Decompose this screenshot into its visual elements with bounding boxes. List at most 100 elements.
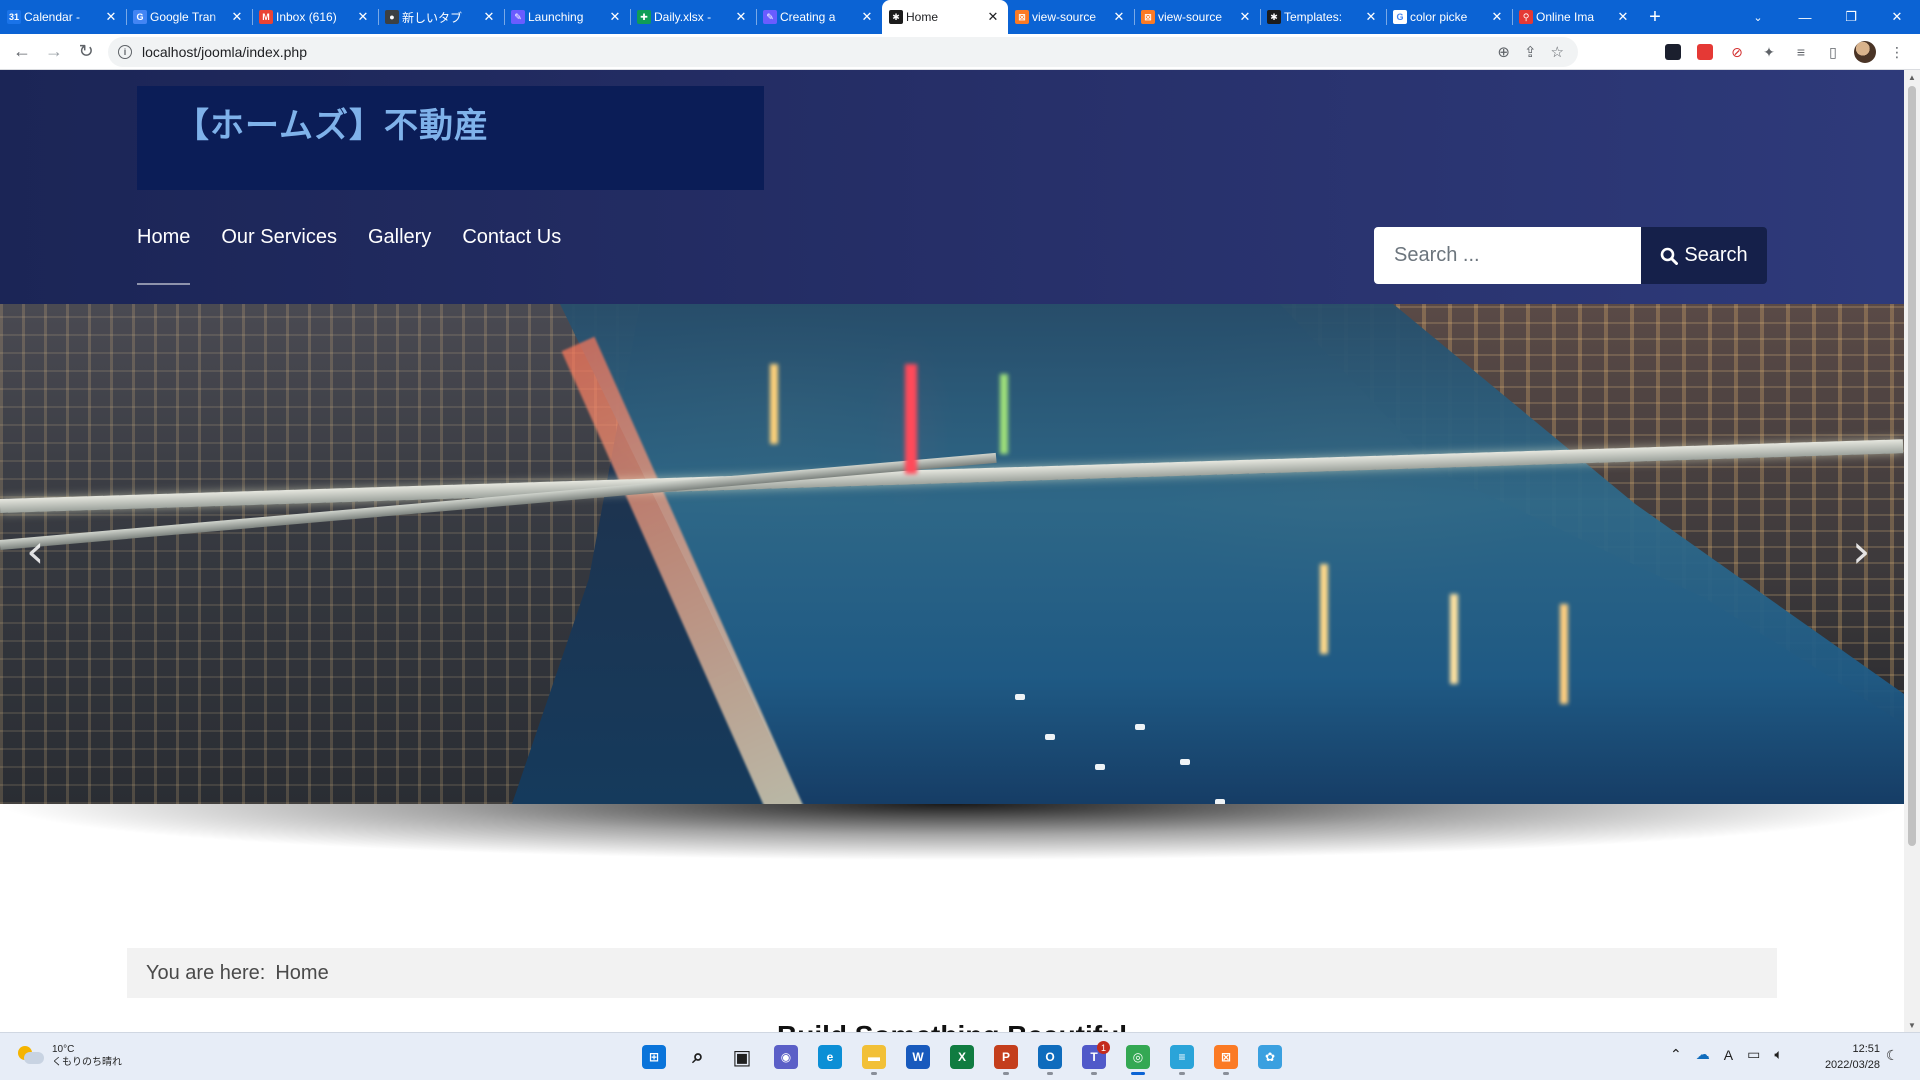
minimize-icon[interactable]: — [1782, 0, 1828, 34]
taskbar-app[interactable]: T1 [1076, 1039, 1112, 1075]
onedrive-icon[interactable]: ☁ [1696, 1046, 1710, 1063]
tab-title: Daily.xlsx - [654, 10, 712, 24]
volume-icon[interactable]: 🔈︎ [1774, 1046, 1782, 1063]
taskbar-app[interactable]: P [988, 1039, 1024, 1075]
search-button[interactable]: Search [1641, 227, 1767, 284]
taskbar-app[interactable]: ✿ [1252, 1039, 1288, 1075]
network-icon[interactable]: ▭ [1747, 1046, 1760, 1063]
tab-search-icon[interactable]: ⌄ [1740, 0, 1776, 34]
taskbar-app[interactable]: ▣ [724, 1039, 760, 1075]
taskbar-app[interactable]: ▬ [856, 1039, 892, 1075]
brand-logo-area[interactable]: 【ホームズ】不動産 [137, 86, 764, 190]
taskbar-app[interactable]: ◉ [768, 1039, 804, 1075]
browser-tab[interactable]: M Inbox (616) ✕ [252, 0, 378, 34]
back-icon[interactable]: ← [6, 36, 38, 68]
nav-item-contact-us[interactable]: Contact Us [462, 226, 561, 265]
nav-item-our-services[interactable]: Our Services [221, 226, 337, 265]
tab-close-icon[interactable]: ✕ [734, 9, 748, 25]
extension-shield-icon[interactable] [1692, 39, 1718, 65]
tab-close-icon[interactable]: ✕ [986, 9, 1000, 25]
profile-avatar[interactable] [1852, 39, 1878, 65]
xampp-icon: ⊠ [1141, 10, 1155, 24]
tab-close-icon[interactable]: ✕ [104, 9, 118, 25]
taskbar-app[interactable]: ⊠ [1208, 1039, 1244, 1075]
browser-tab[interactable]: ✱ Templates: ✕ [1260, 0, 1386, 34]
taskbar-apps: ⊞ ⌕ ▣ ◉ e ▬ W X P O T 1 ◎ ≡ ⊠ ✿ [636, 1039, 1288, 1075]
browser-tab[interactable]: ⚲ Online Ima ✕ [1512, 0, 1638, 34]
carousel-next-button[interactable]: › [1852, 524, 1870, 578]
browser-tab[interactable]: Gcolor picke ✕ [1386, 0, 1512, 34]
breadcrumb-prefix: You are here: [146, 961, 266, 984]
tab-close-icon[interactable]: ✕ [1616, 9, 1630, 25]
site-title[interactable]: 【ホームズ】不動産 [175, 98, 489, 147]
tab-close-icon[interactable]: ✕ [356, 9, 370, 25]
boat [1045, 734, 1055, 740]
share-icon[interactable]: ⇪ [1524, 43, 1537, 61]
taskbar-app[interactable]: W [900, 1039, 936, 1075]
taskbar-app[interactable]: ≡ [1164, 1039, 1200, 1075]
tab-title: Templates: [1284, 10, 1343, 24]
tab-close-icon[interactable]: ✕ [1490, 9, 1504, 25]
taskbar-app[interactable]: ⊞ [636, 1039, 672, 1075]
system-clock[interactable]: 12:51 2022/03/28 [1810, 1041, 1880, 1073]
taskbar-app[interactable]: O [1032, 1039, 1068, 1075]
search-input[interactable] [1374, 227, 1641, 284]
content-heading: Build Something Beautiful [0, 1020, 1904, 1032]
url-text[interactable]: localhost/joomla/index.php [142, 44, 307, 60]
scrollbar-thumb[interactable] [1908, 86, 1916, 846]
gmail-icon: M [259, 10, 273, 24]
bookmark-star-icon[interactable]: ☆ [1551, 43, 1564, 61]
weather-widget[interactable]: 10°C くもりのち晴れ [18, 1043, 122, 1069]
tab-close-icon[interactable]: ✕ [608, 9, 622, 25]
browser-tab[interactable]: 31 Calendar - ✕ [0, 0, 126, 34]
extension-block-icon[interactable]: ⊘ [1724, 39, 1750, 65]
new-tab-button[interactable]: + [1638, 0, 1672, 34]
taskbar-app[interactable]: ⌕ [680, 1039, 716, 1075]
reading-list-icon[interactable]: ≡ [1788, 39, 1814, 65]
taskbar-app[interactable]: X [944, 1039, 980, 1075]
browser-tab[interactable]: ● 新しいタブ ✕ [378, 0, 504, 34]
scroll-down-icon[interactable]: ▼ [1904, 1018, 1920, 1032]
restore-icon[interactable]: ❐ [1828, 0, 1874, 34]
browser-tab[interactable]: ⊠ view-source ✕ [1008, 0, 1134, 34]
notification-icon[interactable]: ☾ [1886, 1047, 1899, 1064]
taskbar-app[interactable]: ◎ [1120, 1039, 1156, 1075]
tab-close-icon[interactable]: ✕ [1238, 9, 1252, 25]
nav-item-home[interactable]: Home [137, 226, 191, 285]
close-window-icon[interactable]: ✕ [1874, 0, 1920, 34]
taskbar-app[interactable]: e [812, 1039, 848, 1075]
weather-temperature: 10°C [52, 1044, 75, 1055]
carousel-prev-button[interactable]: ‹ [26, 524, 44, 578]
tab-close-icon[interactable]: ✕ [1364, 9, 1378, 25]
new-tab-icon: ● [385, 10, 399, 24]
scroll-up-icon[interactable]: ▲ [1904, 70, 1920, 84]
extension-bookmark-icon[interactable] [1660, 39, 1686, 65]
address-bar[interactable]: i localhost/joomla/index.php ⊕ ⇪ ☆ [108, 37, 1578, 67]
tab-close-icon[interactable]: ✕ [482, 9, 496, 25]
tab-title: Home [906, 10, 939, 24]
side-panel-icon[interactable]: ▯ [1820, 39, 1846, 65]
reload-icon[interactable]: ↻ [70, 36, 102, 68]
tray-chevron-icon[interactable]: ⌃ [1670, 1046, 1682, 1063]
browser-tab[interactable]: ⊠ view-source ✕ [1134, 0, 1260, 34]
tab-close-icon[interactable]: ✕ [860, 9, 874, 25]
browser-tab[interactable]: ✚ Daily.xlsx - ✕ [630, 0, 756, 34]
file-explorer-icon: ▬ [862, 1045, 886, 1069]
browser-tab[interactable]: ✎ Launching ✕ [504, 0, 630, 34]
browser-menu-icon[interactable]: ⋮ [1884, 39, 1910, 65]
browser-tab[interactable]: ✎ Creating a ✕ [756, 0, 882, 34]
ime-icon[interactable]: A [1724, 1047, 1733, 1063]
browser-tab[interactable]: G Google Tran ✕ [126, 0, 252, 34]
nav-item-gallery[interactable]: Gallery [368, 226, 431, 265]
tab-close-icon[interactable]: ✕ [230, 9, 244, 25]
page-scrollbar[interactable]: ▲ ▼ [1904, 70, 1920, 1032]
boat [1095, 764, 1105, 770]
tab-close-icon[interactable]: ✕ [1112, 9, 1126, 25]
zoom-icon[interactable]: ⊕ [1497, 43, 1510, 61]
extensions-puzzle-icon[interactable]: ✦ [1756, 39, 1782, 65]
browser-tab[interactable]: ✱ Home ✕ [882, 0, 1008, 34]
tab-list: 31 Calendar - ✕ G Google Tran ✕ M Inbox (616) ✕… [0, 0, 1638, 34]
forward-icon[interactable]: → [38, 36, 70, 68]
light-reflection [770, 364, 778, 444]
site-info-icon[interactable]: i [118, 45, 132, 59]
